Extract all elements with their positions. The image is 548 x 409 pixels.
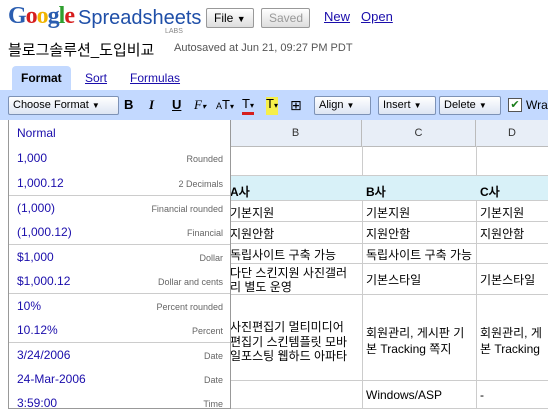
chevron-down-icon: ▼ (346, 101, 355, 110)
cell-d[interactable]: 기본스타일 (480, 271, 548, 288)
cell-c-line[interactable]: 회원관리, 게시판 기 (366, 324, 474, 341)
format-option-dollar[interactable]: $1,000 Dollar (9, 245, 230, 269)
tab-sort[interactable]: Sort (76, 66, 116, 90)
font-family-button[interactable]: F▾ (194, 97, 206, 113)
cell-c[interactable]: B사 (366, 183, 474, 200)
text-color-button[interactable]: T▾ (242, 97, 254, 115)
format-option-label: 24-Mar-2006 (17, 372, 86, 386)
open-link[interactable]: Open (361, 9, 393, 24)
chevron-down-icon: ▼ (236, 14, 246, 24)
chevron-down-icon: ▾ (273, 101, 278, 110)
chevron-down-icon: ▼ (478, 101, 487, 110)
format-option-rounded[interactable]: 1,000 Rounded (9, 145, 230, 169)
cell-b[interactable]: 기본지원 (230, 204, 360, 221)
cell-b[interactable]: 독립사이트 구축 가능 (230, 246, 360, 263)
cell-b[interactable]: 지원안함 (230, 225, 360, 242)
cell-c-line[interactable]: 본 Tracking 쪽지 (366, 340, 474, 357)
cell-d[interactable]: - (480, 388, 548, 402)
wrap-label: Wra (526, 98, 548, 112)
format-option-date-long[interactable]: 24-Mar-2006 Date (9, 367, 230, 391)
autosave-status: Autosaved at Jun 21, 09:27 PM PDT (174, 42, 353, 54)
align-menu-button[interactable]: Align ▼ (314, 96, 371, 115)
cell-b[interactable]: A사 (230, 183, 360, 200)
format-option-hint: Date (203, 351, 223, 361)
format-option-label: $1,000.12 (17, 274, 71, 288)
cell-d-line[interactable]: 본 Tracking (480, 340, 548, 357)
format-option-hint: Date (203, 375, 223, 385)
background-color-button[interactable]: T▾ (266, 97, 278, 115)
format-option-hint: Dollar and cents (157, 277, 223, 287)
cell-d[interactable]: C사 (480, 183, 548, 200)
format-option-label: 3:59:00 (17, 396, 58, 409)
format-option-hint: 2 Decimals (178, 179, 223, 189)
format-option-hint: Financial (186, 228, 223, 238)
tab-formulas[interactable]: Formulas (121, 66, 189, 90)
cell-c[interactable]: Windows/ASP (366, 388, 474, 402)
cell-b-line[interactable]: 리 별도 운영 (230, 278, 360, 295)
choose-format-menu: Normal 1,000 Rounded 1,000.12 2 Decimals… (8, 120, 231, 409)
table-row (230, 147, 548, 176)
column-header-b[interactable]: B (230, 120, 362, 147)
cell-c[interactable]: 지원안함 (366, 225, 474, 242)
new-link[interactable]: New (324, 9, 350, 24)
format-option-dollar-and-cents[interactable]: $1,000.12 Dollar and cents (9, 269, 230, 293)
format-option-hint: Percent rounded (156, 302, 223, 312)
format-option-percent-rounded[interactable]: 10% Percent rounded (9, 294, 230, 318)
format-option-label: 10% (17, 299, 42, 313)
format-option-hint: Rounded (186, 154, 223, 164)
underline-button[interactable]: U (172, 97, 181, 112)
wrap-checkbox[interactable]: ✔ (508, 98, 522, 112)
format-option-financial[interactable]: (1,000.12) Financial (9, 220, 230, 244)
format-option-label: (1,000.12) (17, 225, 72, 239)
chevron-down-icon: ▾ (229, 102, 234, 111)
font-size-button[interactable]: AT▾ (216, 97, 234, 112)
format-option-normal[interactable]: Normal (9, 120, 230, 145)
cell-d-line[interactable]: 회원관리, 게 (480, 324, 548, 341)
cell-d[interactable]: 기본지원 (480, 204, 548, 221)
choose-format-button[interactable]: Choose Format ▼ (8, 96, 119, 115)
cell-c[interactable]: 독립사이트 구축 가능 (366, 246, 474, 263)
format-option-time[interactable]: 3:59:00 Time (9, 391, 230, 409)
logo-product: Spreadsheets (78, 7, 202, 29)
format-option-label: (1,000) (17, 201, 56, 215)
format-option-financial-rounded[interactable]: (1,000) Financial rounded (9, 196, 230, 220)
format-option-hint: Dollar (199, 253, 223, 263)
cell-d[interactable]: 지원안함 (480, 225, 548, 242)
logo-labs: LABS (165, 28, 183, 35)
document-title[interactable]: 블로그솔루션_도입비교 (8, 39, 154, 60)
format-option-label: Normal (17, 126, 56, 140)
format-option-label: 10.12% (17, 323, 58, 337)
format-option-date-short[interactable]: 3/24/2006 Date (9, 343, 230, 367)
saved-button[interactable]: Saved (261, 8, 310, 28)
bold-button[interactable]: B (124, 97, 133, 112)
italic-button[interactable]: I (149, 97, 154, 113)
borders-icon[interactable]: ⊞ (290, 97, 302, 114)
chevron-down-icon: ▼ (413, 101, 422, 110)
format-option-hint: Financial rounded (151, 204, 223, 214)
format-option-hint: Percent (191, 326, 223, 336)
tab-format[interactable]: Format (12, 66, 71, 90)
format-option-label: 1,000.12 (17, 176, 64, 190)
format-option-label: 3/24/2006 (17, 348, 71, 362)
insert-menu-button[interactable]: Insert ▼ (378, 96, 436, 115)
chevron-down-icon: ▼ (91, 101, 100, 110)
format-option-label: 1,000 (17, 151, 48, 165)
cell-c[interactable]: 기본스타일 (366, 271, 474, 288)
chevron-down-icon: ▾ (249, 101, 254, 110)
chevron-down-icon: ▾ (201, 102, 206, 111)
column-header-d[interactable]: D (476, 120, 548, 147)
logo-google-text: Google (8, 3, 75, 29)
cell-c[interactable]: 기본지원 (366, 204, 474, 221)
format-option-label: $1,000 (17, 250, 54, 264)
format-option-percent[interactable]: 10.12% Percent (9, 318, 230, 342)
column-header-c[interactable]: C (362, 120, 476, 147)
cell-b-line[interactable]: 일포스팅 웹하드 아파타 (230, 347, 360, 364)
format-option-2-decimals[interactable]: 1,000.12 2 Decimals (9, 169, 230, 194)
file-menu-button[interactable]: File ▼ (206, 8, 254, 28)
google-spreadsheets-logo: Google Spreadsheets LABS (8, 3, 202, 35)
delete-menu-button[interactable]: Delete ▼ (439, 96, 501, 115)
